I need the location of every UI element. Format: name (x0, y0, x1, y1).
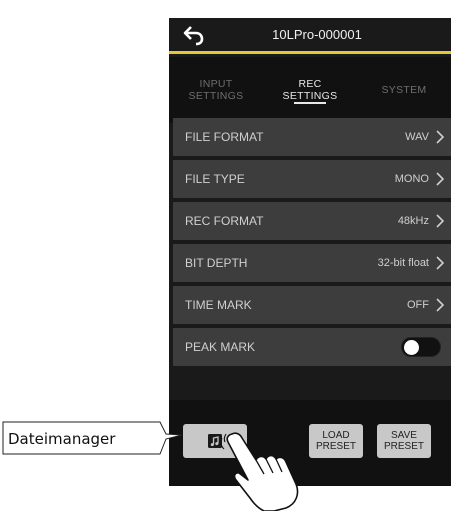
tab-label-line1: SYSTEM (381, 84, 427, 96)
chevron-right-icon (436, 172, 445, 186)
chevron-right-icon (436, 214, 445, 228)
tab-system[interactable]: SYSTEM (357, 57, 451, 123)
setting-value: OFF (407, 299, 429, 311)
tab-label-line2: SETTINGS (188, 90, 244, 102)
app-screen: 10LPro-000001 INPUT SETTINGS REC SETTING… (169, 18, 451, 486)
setting-value: WAV (405, 131, 429, 143)
tab-input-settings[interactable]: INPUT SETTINGS (169, 57, 263, 123)
setting-value: 32-bit float (377, 257, 429, 269)
button-label-line1: LOAD (322, 430, 350, 441)
setting-label: BIT DEPTH (185, 256, 248, 270)
callout-label: Dateimanager (8, 430, 116, 448)
load-preset-button[interactable]: LOAD PRESET (309, 424, 363, 458)
setting-row-file-format[interactable]: FILE FORMAT WAV (173, 118, 451, 156)
pointing-hand-icon (220, 432, 299, 511)
setting-label: REC FORMAT (185, 214, 264, 228)
bottom-toolbar: LOAD PRESET SAVE PRESET (169, 400, 451, 486)
setting-value: MONO (394, 173, 429, 185)
setting-row-peak-mark: PEAK MARK (173, 328, 451, 366)
tab-label-line1: REC (298, 78, 322, 90)
button-label-line1: SAVE (391, 430, 417, 441)
save-preset-button[interactable]: SAVE PRESET (377, 424, 431, 458)
setting-label: FILE TYPE (185, 172, 245, 186)
tab-bar: INPUT SETTINGS REC SETTINGS SYSTEM (169, 57, 451, 123)
setting-row-bit-depth[interactable]: BIT DEPTH 32-bit float (173, 244, 451, 282)
chevron-right-icon (436, 256, 445, 270)
setting-row-time-mark[interactable]: TIME MARK OFF (173, 286, 451, 324)
chevron-right-icon (436, 298, 445, 312)
button-label-line2: PRESET (383, 441, 424, 452)
tab-label-line2: SETTINGS (282, 90, 338, 102)
setting-row-file-type[interactable]: FILE TYPE MONO (173, 160, 451, 198)
setting-label: FILE FORMAT (185, 130, 264, 144)
app-header: 10LPro-000001 (169, 18, 451, 54)
button-label-line2: PRESET (315, 441, 356, 452)
chevron-right-icon (436, 130, 445, 144)
setting-label: PEAK MARK (185, 340, 256, 354)
device-title: 10LPro-000001 (272, 27, 362, 42)
tab-rec-settings[interactable]: REC SETTINGS (263, 57, 357, 123)
setting-value: 48kHz (397, 215, 429, 227)
tab-label-line1: INPUT (199, 78, 233, 90)
toggle-knob (404, 340, 419, 355)
setting-row-rec-format[interactable]: REC FORMAT 48kHz (173, 202, 451, 240)
setting-label: TIME MARK (185, 298, 252, 312)
peak-mark-toggle[interactable] (401, 337, 441, 357)
active-tab-indicator (294, 102, 326, 104)
